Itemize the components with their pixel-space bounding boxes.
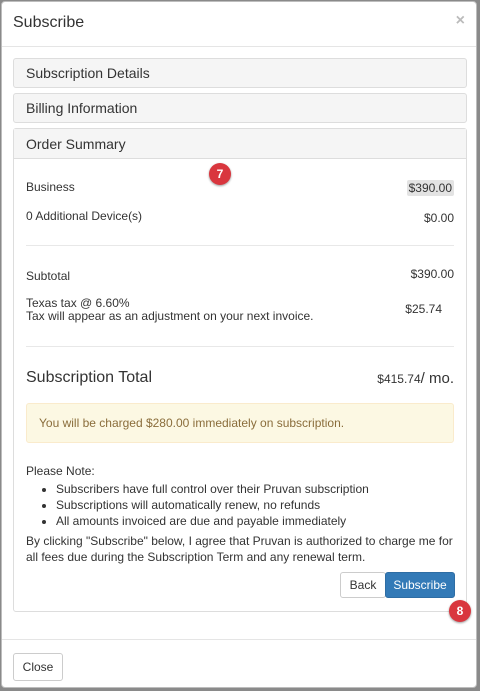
charge-alert: You will be charged $280.00 immediately … xyxy=(26,403,454,443)
panel-order-summary: Order Summary Business $390.00 0 Additio… xyxy=(13,128,467,612)
total-label: Subscription Total xyxy=(26,369,152,386)
close-button[interactable]: Close xyxy=(13,653,63,681)
list-item: Subscribers have full control over their… xyxy=(56,481,454,497)
note-heading: Please Note: xyxy=(26,464,95,478)
total-unit: / mo. xyxy=(420,370,454,387)
tax-note: Tax will appear as an adjustment on your… xyxy=(26,309,314,323)
panel-billing-information[interactable]: Billing Information xyxy=(13,93,467,123)
subtotal-value: $390.00 xyxy=(410,267,454,281)
tax-rate: Texas tax @ 6.60% xyxy=(26,296,130,310)
business-value: $390.00 xyxy=(406,180,454,196)
modal-footer: Close xyxy=(2,639,476,688)
order-summary-heading[interactable]: Order Summary xyxy=(14,129,466,159)
list-item: Subscriptions will automatically renew, … xyxy=(56,497,454,513)
list-item: All amounts invoiced are due and payable… xyxy=(56,513,454,529)
subscribe-button[interactable]: Subscribe xyxy=(385,572,455,598)
subtotal-label: Subtotal xyxy=(26,269,71,283)
devices-label: 0 Additional Device(s) xyxy=(26,209,143,223)
total-amount: $415.74 xyxy=(377,372,421,386)
tax-value: $25.74 xyxy=(405,302,442,316)
subscribe-modal: Subscribe × Subscription Details Billing… xyxy=(1,1,477,688)
tax-label: Texas tax @ 6.60% Tax will appear as an … xyxy=(26,297,314,323)
step-badge-8: 8 xyxy=(449,600,471,622)
total-value: $415.74/ mo. xyxy=(377,370,454,387)
business-label: Business xyxy=(26,180,75,194)
modal-title: Subscribe xyxy=(13,14,85,31)
panel-subscription-details[interactable]: Subscription Details xyxy=(13,58,467,88)
agreement-text: By clicking "Subscribe" below, I agree t… xyxy=(26,534,453,564)
please-note: Please Note: Subscribers have full contr… xyxy=(26,463,454,529)
devices-value: $0.00 xyxy=(423,211,454,225)
divider xyxy=(26,346,454,347)
note-list: Subscribers have full control over their… xyxy=(26,481,454,529)
close-icon[interactable]: × xyxy=(456,12,465,30)
back-button[interactable]: Back xyxy=(340,572,386,598)
modal-header: Subscribe × xyxy=(2,2,476,47)
divider xyxy=(26,245,454,246)
step-badge-7: 7 xyxy=(209,163,231,185)
tax-row: Texas tax @ 6.60% Tax will appear as an … xyxy=(26,297,454,325)
